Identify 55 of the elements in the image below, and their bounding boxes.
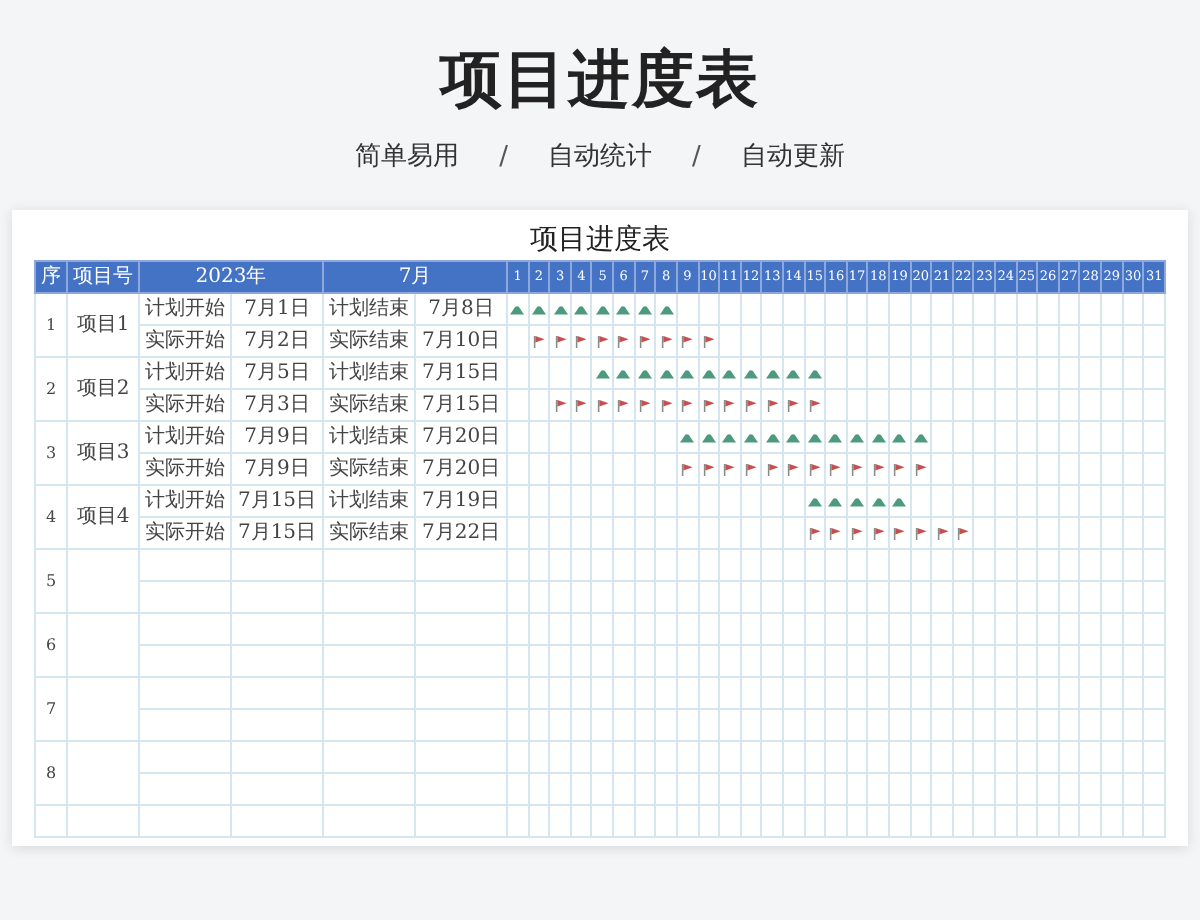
separator-slash: /: [692, 140, 701, 176]
start-label-cell: 计划开始: [139, 293, 231, 325]
end-label-cell: 计划结束: [323, 293, 416, 325]
feature-label: 自动统计: [548, 140, 652, 176]
start-date-cell: 7月3日: [231, 389, 324, 421]
start-date-cell: 7月2日: [231, 325, 324, 357]
seq-cell: 4: [35, 485, 67, 549]
end-label-cell: 计划结束: [323, 485, 416, 517]
start-date-cell: 7月9日: [231, 421, 324, 453]
seq-cell: 3: [35, 421, 67, 485]
end-date-cell: 7月19日: [415, 485, 508, 517]
seq-cell: 1: [35, 293, 67, 357]
header-cell: 项目号: [67, 261, 139, 293]
start-date-cell: 7月15日: [231, 485, 324, 517]
start-label-cell: 计划开始: [139, 485, 231, 517]
end-date-cell: 7月15日: [415, 389, 508, 421]
sheet-title: 项目进度表: [528, 224, 672, 256]
header-cell: 2023年: [139, 261, 324, 293]
project-name-cell: 项目2: [67, 357, 139, 421]
seq-cell: 2: [35, 357, 67, 421]
start-date-cell: 7月5日: [231, 357, 324, 389]
start-date-cell: 7月1日: [231, 293, 324, 325]
seq-cell: 7: [35, 677, 67, 741]
end-label-cell: 计划结束: [323, 421, 416, 453]
start-date-cell: 7月9日: [231, 453, 324, 485]
project-name-cell: 项目1: [67, 293, 139, 357]
start-label-cell: 实际开始: [139, 389, 231, 421]
end-label-cell: 实际结束: [323, 389, 416, 421]
end-label-cell: 实际结束: [323, 517, 416, 549]
feature-label: 简单易用: [355, 140, 460, 176]
page-title: 项目进度表: [440, 42, 760, 120]
seq-cell: 5: [35, 549, 67, 613]
end-date-cell: 7月8日: [415, 293, 508, 325]
end-date-cell: 7月15日: [415, 357, 508, 389]
header-cell: 7月: [323, 261, 508, 293]
end-date-cell: 7月10日: [415, 325, 508, 357]
project-name-cell: 项目4: [67, 485, 139, 549]
seq-cell: 8: [35, 741, 67, 805]
end-date-cell: 7月22日: [415, 517, 508, 549]
end-date-cell: 7月20日: [415, 453, 508, 485]
start-date-cell: 7月15日: [231, 517, 324, 549]
end-label-cell: 计划结束: [323, 357, 416, 389]
end-label-cell: 实际结束: [323, 453, 416, 485]
separator-slash: /: [499, 140, 508, 176]
seq-cell: 6: [35, 613, 67, 677]
start-label-cell: 实际开始: [139, 453, 231, 485]
start-label-cell: 计划开始: [139, 421, 231, 453]
feature-label: 自动更新: [740, 140, 845, 176]
header-cell: 序: [35, 261, 67, 293]
end-date-cell: 7月20日: [415, 421, 508, 453]
project-name-cell: 项目3: [67, 421, 139, 485]
end-label-cell: 实际结束: [323, 325, 416, 357]
start-label-cell: 实际开始: [139, 517, 231, 549]
start-label-cell: 实际开始: [139, 325, 231, 357]
start-label-cell: 计划开始: [139, 357, 231, 389]
